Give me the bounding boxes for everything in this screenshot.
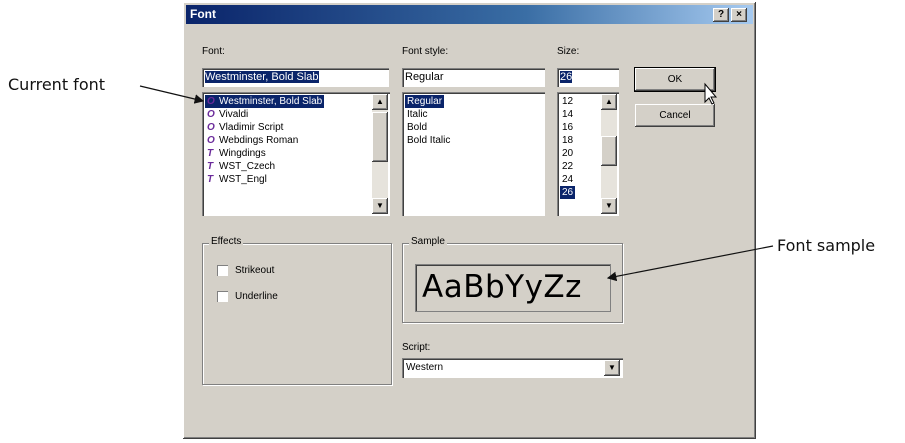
font-sample-arrow bbox=[606, 245, 774, 282]
mouse-cursor-icon bbox=[704, 82, 718, 105]
current-font-arrow bbox=[139, 85, 205, 104]
callout-arrows bbox=[139, 82, 774, 282]
